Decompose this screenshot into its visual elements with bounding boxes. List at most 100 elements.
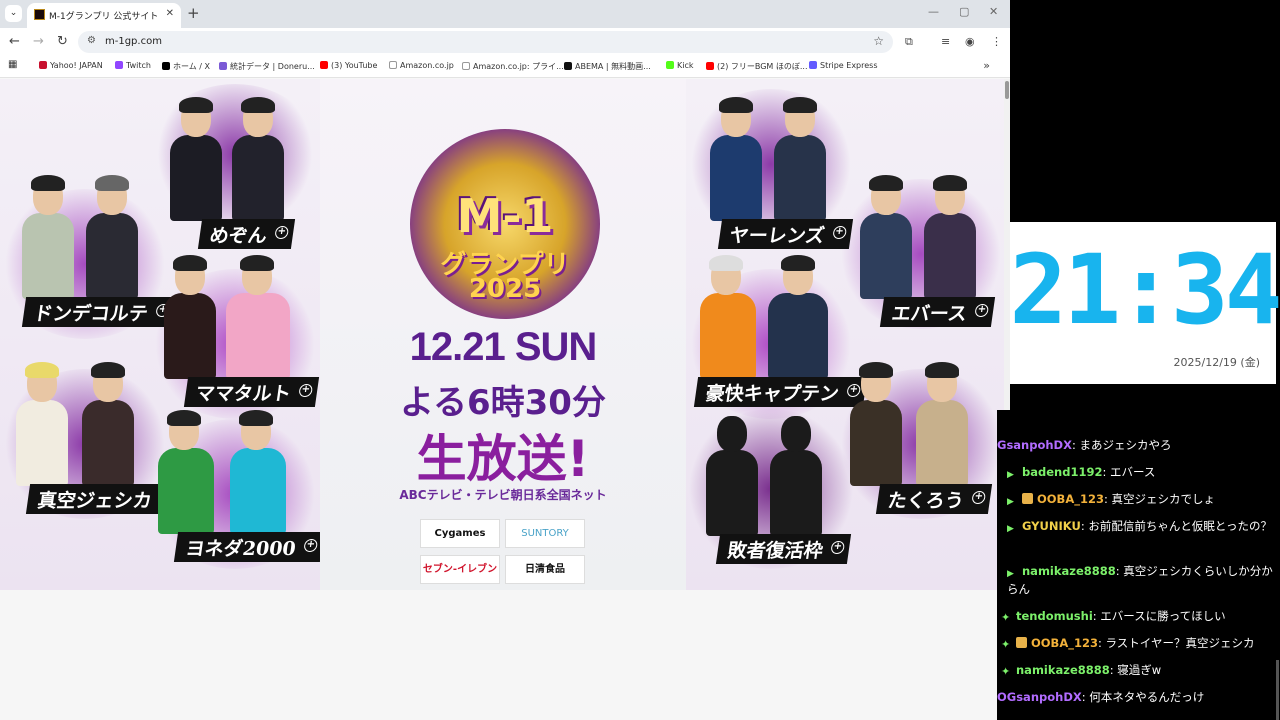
combo-card-takurou[interactable]: たくろう +	[846, 362, 996, 514]
combo-name-banner: たくろう +	[875, 484, 993, 514]
sponsor-cygames[interactable]: Cygames	[420, 519, 500, 548]
plus-icon[interactable]: +	[303, 539, 319, 552]
plus-icon[interactable]: +	[830, 541, 846, 554]
chat-text: : お前配信前ちゃんと仮眠とったの？	[1080, 519, 1272, 533]
comedian-photo	[16, 362, 68, 486]
stream-clock-overlay: 21:34 2025/12/19 (金)	[1010, 222, 1280, 384]
maximize-icon[interactable]: ▢	[959, 5, 969, 18]
bookmark-bgm[interactable]: (2) フリーBGM ほのぼ...	[706, 61, 808, 72]
menu-kebab-icon[interactable]: ⋮	[991, 35, 1002, 48]
chat-message: OGsanpohDX: 何本ネタやるんだっけ	[997, 688, 1280, 706]
chat-username: tendomushi	[1016, 609, 1093, 623]
sponsor-seven-eleven[interactable]: セブン-イレブン	[420, 555, 500, 584]
combo-card-repechage[interactable]: 敗者復活枠 +	[696, 416, 852, 564]
bookmark-twitch[interactable]: Twitch	[115, 61, 151, 70]
combo-card-dondecorte[interactable]: ドンデコルテ +	[10, 175, 177, 327]
plus-icon[interactable]: +	[831, 226, 847, 239]
minimize-icon[interactable]: —	[928, 5, 939, 18]
arrow-badge-icon: ▶	[1007, 497, 1014, 507]
bookmark-yahoo[interactable]: Yahoo! JAPAN	[39, 61, 103, 70]
site-info-icon[interactable]: ⚙	[87, 35, 96, 46]
chat-username: OOBA_123	[1031, 636, 1098, 650]
address-bar[interactable]: ⚙ m-1gp.com ☆	[78, 31, 893, 53]
clock-time: 21:34	[1009, 234, 1280, 346]
amazon-icon	[462, 62, 470, 70]
plus-icon[interactable]: +	[971, 491, 987, 504]
combo-card-mezon[interactable]: めぞん +	[160, 97, 300, 249]
silhouette-photo	[706, 416, 758, 536]
plus-icon[interactable]: +	[974, 304, 990, 317]
combo-card-evers[interactable]: エバース +	[852, 175, 1002, 327]
broadcast-time: よる6時30分	[400, 383, 606, 423]
right-finalists-panel: ヤーレンズ + エバース + 豪快キャプテン + たくろう + 敗者復活枠 +	[686, 79, 1004, 590]
chat-text: : 寝過ぎw	[1109, 663, 1162, 677]
stream-chat-overlay: GsanpohDX: まあジェシカやろ ▶ badend1192: エバース ▶ O…	[997, 410, 1280, 720]
apps-grid-icon[interactable]: ▦	[8, 59, 17, 70]
chat-message: ▶ namikaze8888: 真空ジェシカくらいしか分からん	[997, 562, 1275, 598]
bookmark-stripe[interactable]: Stripe Express	[809, 61, 878, 70]
combo-card-yarenzu[interactable]: ヤーレンズ +	[702, 97, 853, 249]
chat-username: namikaze8888	[1022, 564, 1116, 578]
bookmark-x[interactable]: ホーム / X	[162, 61, 210, 72]
chat-message: ▶ OOBA_123: 真空ジェシカでしょ	[997, 490, 1280, 508]
chat-text: : 真空ジェシカでしょ	[1103, 492, 1216, 506]
tab-search-icon[interactable]: ⌄	[5, 5, 22, 22]
arrow-badge-icon: ▶	[1007, 524, 1014, 534]
logo-m1-text: M-1	[456, 189, 554, 243]
comedian-photo	[860, 175, 912, 299]
combo-card-shinku-jessica[interactable]: 真空ジェシカ+	[6, 362, 181, 514]
reload-icon[interactable]: ↻	[57, 34, 68, 49]
media-control-icon[interactable]: ≡	[941, 35, 950, 48]
comedian-photo	[774, 97, 826, 221]
combo-card-yoneda2000[interactable]: ヨネダ2000 +	[150, 410, 324, 562]
combo-card-gokai-captain[interactable]: 豪快キャプテン +	[693, 255, 868, 407]
left-finalists-panel: めぞん+ ドンデコルテ+ ママタルト+ 真空ジェシカ+	[0, 79, 324, 590]
logo-year-text: 2025	[468, 274, 542, 304]
bookmark-abema[interactable]: ABEMA | 無料動画...	[564, 61, 651, 72]
bookmarks-bar: ▦ Yahoo! JAPAN Twitch ホーム / X 統計データ | Do…	[0, 56, 1010, 78]
url-text[interactable]: m-1gp.com	[105, 36, 162, 47]
plus-icon[interactable]: +	[274, 226, 290, 239]
bookmark-amazon[interactable]: Amazon.co.jp	[389, 61, 454, 70]
amazon-icon	[389, 61, 397, 69]
abema-icon	[564, 62, 572, 70]
bookmark-amazon-prime[interactable]: Amazon.co.jp: プライ...	[462, 61, 564, 72]
comedian-photo	[700, 255, 756, 379]
combo-card-mamatart[interactable]: ママタルト +	[150, 255, 320, 407]
bookmarks-overflow-icon[interactable]: »	[983, 59, 990, 72]
chat-message: ✦ tendomushi: エバースに勝ってほしい	[997, 607, 1280, 625]
forward-icon[interactable]: →	[33, 34, 44, 49]
arrow-badge-icon: ▶	[1007, 470, 1014, 480]
bookmark-kick[interactable]: Kick	[666, 61, 694, 70]
youtube-icon	[706, 62, 714, 70]
event-info-panel: M-1 グランプリ 2025 12.21 SUN よる6時30分 生放送! AB…	[320, 79, 686, 590]
extensions-icon[interactable]: ⧉	[905, 35, 913, 49]
tab-m1[interactable]: M-1グランプリ 公式サイト ✕	[27, 3, 181, 28]
comedian-photo	[768, 255, 828, 379]
plus-icon[interactable]: +	[298, 384, 314, 397]
comedian-photo	[232, 97, 284, 221]
tab-strip: ⌄ M-1グランプリ 公式サイト ✕ + — ▢ ✕	[0, 0, 1010, 28]
combo-name-banner: ヤーレンズ +	[717, 219, 853, 249]
close-window-icon[interactable]: ✕	[989, 5, 998, 18]
bookmark-doneru[interactable]: 統計データ | Doneru...	[219, 61, 315, 72]
chat-message: ▶ badend1192: エバース	[997, 463, 1280, 481]
new-tab-icon[interactable]: +	[187, 4, 200, 22]
sponsor-nissin[interactable]: 日清食品	[505, 555, 585, 584]
sponsor-suntory[interactable]: SUNTORY	[505, 519, 585, 548]
page-viewport: めぞん+ ドンデコルテ+ ママタルト+ 真空ジェシカ+	[0, 79, 1010, 720]
bookmark-youtube[interactable]: (3) YouTube	[320, 61, 377, 70]
clock-date: 2025/12/19 (金)	[1173, 356, 1260, 369]
chat-text: : 何本ネタやるんだっけ	[1081, 690, 1205, 704]
bookmark-star-icon[interactable]: ☆	[873, 34, 884, 48]
scrollbar-thumb[interactable]	[1005, 81, 1009, 99]
comedian-photo	[86, 175, 138, 299]
comedian-photo	[924, 175, 976, 299]
back-icon[interactable]: ←	[9, 34, 20, 49]
chat-text: : エバースに勝ってほしい	[1092, 609, 1226, 623]
comedian-photo	[82, 362, 134, 486]
arrow-badge-icon: ▶	[1007, 569, 1014, 579]
comedian-photo	[158, 410, 214, 534]
close-tab-icon[interactable]: ✕	[166, 8, 174, 19]
profile-avatar-icon[interactable]: ◉	[965, 35, 975, 48]
